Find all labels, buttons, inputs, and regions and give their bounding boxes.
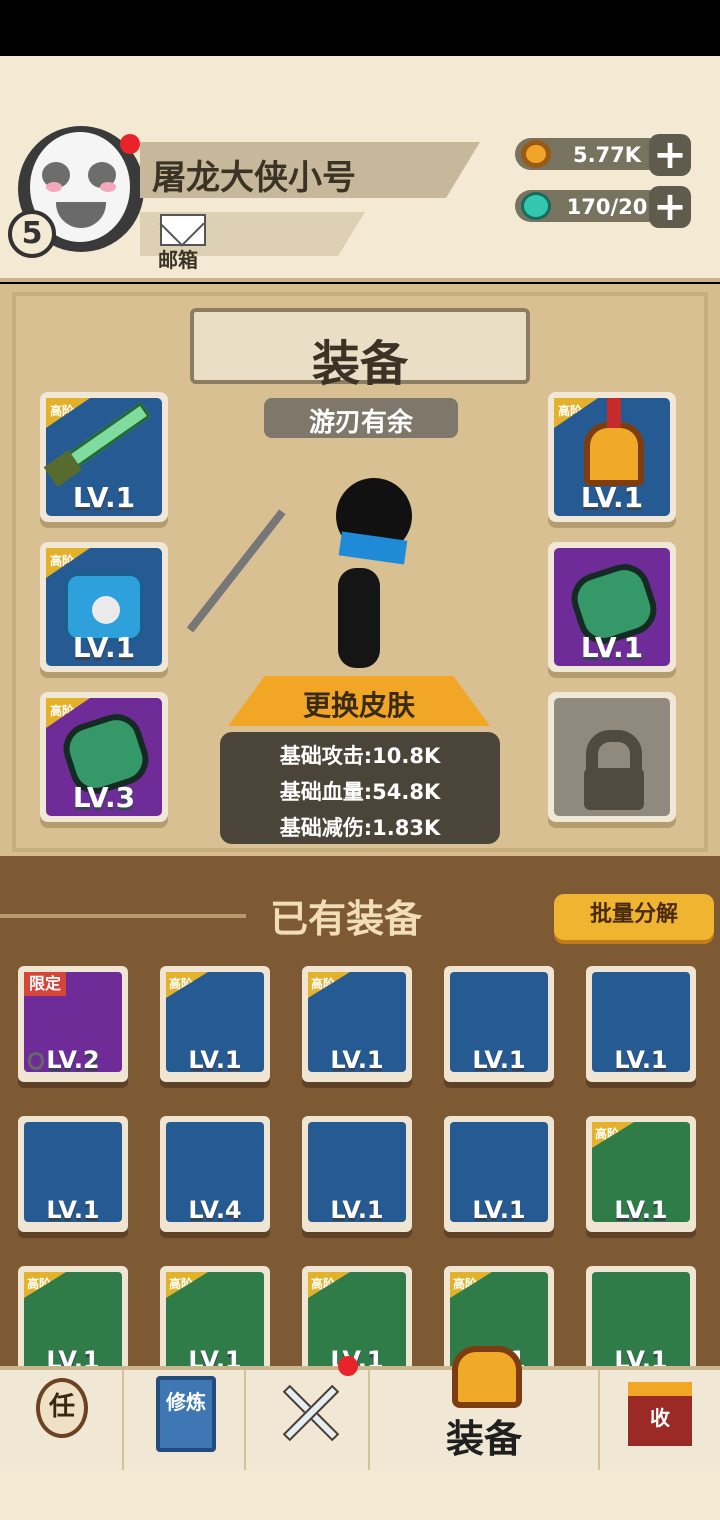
collection-tab[interactable]: 收 <box>600 1370 720 1474</box>
item-level: LV.1 <box>188 1046 242 1074</box>
item-level: LV.2 <box>46 1046 100 1074</box>
change-skin-button[interactable]: 更换皮肤 <box>228 676 490 726</box>
item-level: LV.1 <box>614 1196 668 1224</box>
base-stats-panel: 基础攻击:10.8K 基础血量:54.8K 基础减伤:1.83K <box>220 732 500 844</box>
stickman-hero <box>186 440 428 690</box>
inventory-item[interactable]: 高阶LV.1 <box>302 966 412 1082</box>
coin-resource: 5.77K + <box>515 134 691 176</box>
energy-value: 170/20 <box>566 195 648 219</box>
equipped-armor-slot[interactable]: 高阶 LV.1 <box>40 542 168 672</box>
item-level: LV.1 <box>614 1046 668 1074</box>
coin-add-button[interactable]: + <box>649 134 691 176</box>
battle-notification-dot <box>338 1356 358 1376</box>
player-level-badge: 5 <box>8 210 56 258</box>
equipped-bracer-slot[interactable]: LV.1 <box>548 542 676 672</box>
equipped-helmet-slot[interactable]: 高阶 LV.1 <box>548 392 676 522</box>
owned-equipment-divider <box>0 914 246 918</box>
inventory-item[interactable]: LV.1 <box>586 966 696 1082</box>
player-name: 屠龙大侠小号 <box>152 158 356 198</box>
cultivation-book-icon: 修炼 <box>156 1376 216 1452</box>
avatar-blush-icon <box>100 182 116 192</box>
inventory-item[interactable]: 高阶LV.1 <box>586 1116 696 1232</box>
item-level: LV.1 <box>472 1196 526 1224</box>
base-health-stat: 基础血量:54.8K <box>279 780 441 804</box>
inventory-item[interactable]: LV.1 <box>444 1116 554 1232</box>
inventory-item[interactable]: LV.1 <box>302 1116 412 1232</box>
energy-gem-icon <box>521 192 551 220</box>
helmet-icon <box>584 398 644 486</box>
avatar-blush-icon <box>46 182 62 192</box>
sword-icon <box>66 401 152 469</box>
energy-resource: 170/20 + <box>515 186 691 228</box>
collection-house-icon: 收 <box>628 1382 692 1446</box>
base-attack-stat: 基础攻击:10.8K <box>279 744 441 768</box>
crossed-swords-icon <box>276 1378 340 1448</box>
active-helmet-icon <box>452 1346 522 1408</box>
game-screen: 5 屠龙大侠小号 邮箱 5.77K + 170/20 + 装备 游刃有余 高阶 … <box>0 0 720 1520</box>
inventory-item[interactable]: 高阶LV.1 <box>160 1266 270 1382</box>
skin-name-plaque: 游刃有余 <box>264 398 458 438</box>
energy-add-button[interactable]: + <box>649 186 691 228</box>
tasks-tab[interactable]: 任 <box>0 1370 124 1474</box>
mailbox-envelope-icon[interactable] <box>160 214 206 246</box>
equipment-title-plaque: 装备 <box>190 308 530 392</box>
avatar-notification-dot <box>120 134 140 154</box>
padlock-icon <box>584 730 644 810</box>
inventory-item[interactable]: 高阶LV.1 <box>160 966 270 1082</box>
inventory-item[interactable]: LV.1 <box>18 1116 128 1232</box>
skin-name: 游刃有余 <box>308 408 413 438</box>
item-level: LV.1 <box>580 481 644 514</box>
item-level: LV.1 <box>330 1196 384 1224</box>
item-level: LV.1 <box>72 481 136 514</box>
avatar-mouth-icon <box>56 202 106 228</box>
bottom-safe-area <box>0 1470 720 1520</box>
equipment-title: 装备 <box>311 336 408 392</box>
equipped-weapon-slot[interactable]: 高阶 LV.1 <box>40 392 168 522</box>
item-level: LV.1 <box>72 631 136 664</box>
item-level: LV.1 <box>46 1196 100 1224</box>
inventory-item[interactable]: LV.4 <box>160 1116 270 1232</box>
coin-value: 5.77K <box>572 143 642 167</box>
task-scroll-icon: 任 <box>36 1378 88 1438</box>
inventory-item[interactable]: LV.1 <box>586 1266 696 1382</box>
mailbox-label[interactable]: 邮箱 <box>158 244 198 273</box>
coin-icon <box>521 140 551 168</box>
change-skin-label: 更换皮肤 <box>302 689 415 722</box>
status-bar <box>0 0 720 56</box>
base-damage-reduction-stat: 基础减伤:1.83K <box>279 816 441 840</box>
batch-disassemble-button[interactable]: 批量分解 <box>554 894 714 940</box>
item-level: LV.4 <box>188 1196 242 1224</box>
equipped-glove-slot[interactable]: 高阶 LV.3 <box>40 692 168 822</box>
owned-equipment-title: 已有装备 <box>270 897 423 941</box>
item-level: LV.1 <box>472 1046 526 1074</box>
battle-tab[interactable] <box>246 1356 370 1474</box>
cultivation-tab[interactable]: 修炼 <box>124 1370 246 1474</box>
item-level: LV.3 <box>72 781 136 814</box>
equipment-tab[interactable]: 装备 <box>370 1346 600 1474</box>
limited-tag: 限定 <box>24 972 66 996</box>
inventory-item[interactable]: 限定 LV.2 <box>18 966 128 1082</box>
inventory-item[interactable]: LV.1 <box>444 966 554 1082</box>
bottom-navigation: 任 修炼 装备 收 <box>0 1346 720 1474</box>
item-level: LV.1 <box>330 1046 384 1074</box>
hero-sword-icon <box>186 509 286 633</box>
item-level: LV.1 <box>580 631 644 664</box>
inventory-item[interactable]: 高阶LV.1 <box>18 1266 128 1382</box>
equipment-tab-label: 装备 <box>445 1417 522 1461</box>
hero-body <box>338 568 380 668</box>
